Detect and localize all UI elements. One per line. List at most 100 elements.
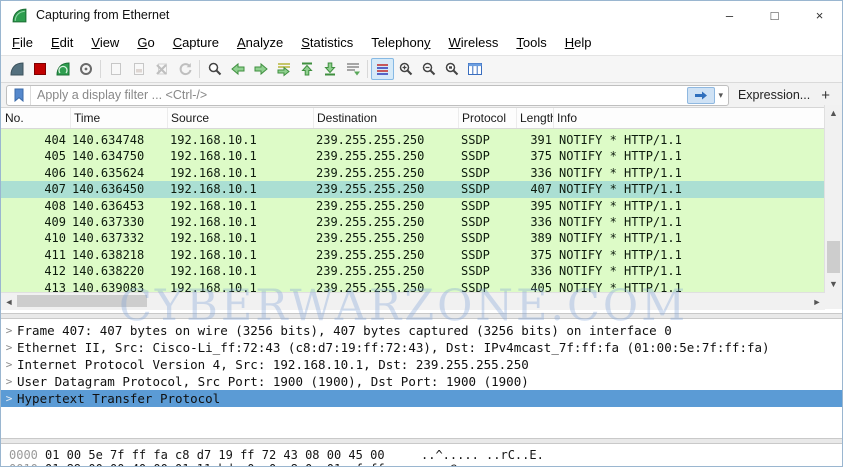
goto-packet-button[interactable] (272, 58, 295, 80)
go-top-button[interactable] (295, 58, 318, 80)
detail-line[interactable]: >Hypertext Transfer Protocol (1, 390, 842, 407)
vertical-scrollbar[interactable]: ▲ ▼ (824, 105, 842, 292)
expression-button[interactable]: Expression... (729, 88, 819, 102)
stop-capture-button[interactable] (28, 58, 51, 80)
cell-source: 192.168.10.1 (168, 148, 314, 164)
expand-chevron-icon[interactable]: > (1, 373, 17, 390)
menu-bar: FileEditViewGoCaptureAnalyzeStatisticsTe… (1, 29, 842, 55)
cell-info: NOTIFY * HTTP/1.1 (554, 198, 825, 214)
auto-scroll-button[interactable] (341, 58, 364, 80)
cell-no: 411 (1, 247, 71, 263)
reload-file-button[interactable] (173, 58, 196, 80)
packet-row[interactable]: 410140.637332192.168.10.1239.255.255.250… (1, 230, 825, 246)
column-header-destination[interactable]: Destination (314, 108, 459, 128)
hex-line[interactable]: 001001 89 00 00 40 00 01 11 bd c0 c0 a8 … (1, 462, 842, 467)
cell-protocol: SSDP (459, 181, 517, 197)
resize-columns-button[interactable] (463, 58, 486, 80)
restart-capture-button[interactable] (51, 58, 74, 80)
cell-info: NOTIFY * HTTP/1.1 (554, 214, 825, 230)
restart-fin-icon (55, 61, 71, 77)
cell-length: 407 (517, 181, 554, 197)
cell-length: 375 (517, 247, 554, 263)
detail-line[interactable]: >Internet Protocol Version 4, Src: 192.1… (1, 356, 842, 373)
packet-row[interactable]: 408140.636453192.168.10.1239.255.255.250… (1, 198, 825, 214)
scroll-down-arrow-icon[interactable]: ▼ (825, 276, 842, 292)
expand-chevron-icon[interactable]: > (1, 339, 17, 356)
scroll-up-arrow-icon[interactable]: ▲ (825, 105, 842, 121)
find-packet-button[interactable] (203, 58, 226, 80)
packet-row[interactable]: 412140.638220192.168.10.1239.255.255.250… (1, 263, 825, 279)
column-header-source[interactable]: Source (168, 108, 314, 128)
menu-file[interactable]: File (3, 35, 42, 50)
packet-row[interactable]: 411140.638218192.168.10.1239.255.255.250… (1, 247, 825, 263)
cell-info: NOTIFY * HTTP/1.1 (554, 247, 825, 263)
detail-line[interactable]: >Frame 407: 407 bytes on wire (3256 bits… (1, 322, 842, 339)
cell-length: 336 (517, 263, 554, 279)
hex-bytes[interactable]: 01 00 5e 7f ff fa c8 d7 19 ff 72 43 08 0… (45, 448, 385, 462)
menu-telephony[interactable]: Telephony (362, 35, 439, 50)
hex-bytes[interactable]: 01 89 00 00 40 00 01 11 bd c0 c0 a8 0a 0… (45, 462, 385, 467)
detail-line[interactable]: >User Datagram Protocol, Src Port: 1900 … (1, 373, 842, 390)
close-button[interactable]: × (797, 1, 842, 29)
filter-dropdown-caret-icon[interactable]: ▾ (717, 90, 728, 101)
expand-chevron-icon[interactable]: > (1, 322, 17, 339)
packet-row[interactable]: 406140.635624192.168.10.1239.255.255.250… (1, 165, 825, 181)
cell-protocol: SSDP (459, 247, 517, 263)
menu-go[interactable]: Go (128, 35, 163, 50)
hex-line[interactable]: 000001 00 5e 7f ff fa c8 d7 19 ff 72 43 … (1, 448, 842, 462)
go-back-button[interactable] (226, 58, 249, 80)
packet-row[interactable]: 405140.634750192.168.10.1239.255.255.250… (1, 148, 825, 164)
menu-analyze[interactable]: Analyze (228, 35, 292, 50)
menu-tools[interactable]: Tools (507, 35, 555, 50)
expand-chevron-icon[interactable]: > (1, 356, 17, 373)
colorize-lines-icon (375, 62, 390, 77)
go-forward-button[interactable] (249, 58, 272, 80)
cell-protocol: SSDP (459, 148, 517, 164)
cell-length: 395 (517, 198, 554, 214)
menu-view[interactable]: View (82, 35, 128, 50)
open-file-button[interactable] (104, 58, 127, 80)
save-file-button[interactable] (127, 58, 150, 80)
column-header-length[interactable]: Length (517, 108, 554, 128)
display-filter-bar: ▾ Expression... + (1, 83, 842, 108)
vertical-scroll-thumb[interactable] (827, 241, 840, 273)
menu-capture[interactable]: Capture (164, 35, 228, 50)
go-bottom-button[interactable] (318, 58, 341, 80)
capture-options-button[interactable] (74, 58, 97, 80)
maximize-button[interactable]: □ (752, 1, 797, 29)
column-header-no[interactable]: No. (1, 108, 71, 128)
apply-filter-button[interactable] (687, 87, 715, 104)
filter-bookmark-button[interactable] (7, 86, 31, 105)
cell-time: 140.638218 (71, 247, 168, 263)
start-capture-button[interactable] (5, 58, 28, 80)
detail-line[interactable]: >Ethernet II, Src: Cisco-Li_ff:72:43 (c8… (1, 339, 842, 356)
hex-ascii[interactable]: ..^..... ..rC..E. (421, 448, 544, 462)
colorize-packets-button[interactable] (371, 58, 394, 80)
scroll-left-arrow-icon[interactable]: ◄ (1, 293, 17, 310)
scroll-right-arrow-icon[interactable]: ► (809, 293, 825, 310)
column-header-info[interactable]: Info (554, 108, 825, 128)
column-header-protocol[interactable]: Protocol (459, 108, 517, 128)
add-filter-button[interactable]: + (819, 87, 837, 104)
horizontal-scrollbar[interactable]: ◄ ► (1, 292, 825, 310)
packet-row[interactable]: 404140.634748192.168.10.1239.255.255.250… (1, 132, 825, 148)
packet-row[interactable]: 407140.636450192.168.10.1239.255.255.250… (1, 181, 825, 197)
menu-help[interactable]: Help (556, 35, 601, 50)
menu-edit[interactable]: Edit (42, 35, 82, 50)
minimize-button[interactable]: – (707, 1, 752, 29)
cell-no: 408 (1, 198, 71, 214)
zoom-reset-button[interactable] (440, 58, 463, 80)
hex-ascii[interactable]: ....@... ........ (421, 462, 544, 467)
horizontal-scroll-thumb[interactable] (17, 295, 147, 307)
zoom-out-button[interactable] (417, 58, 440, 80)
column-header-time[interactable]: Time (71, 108, 168, 128)
menu-statistics[interactable]: Statistics (292, 35, 362, 50)
display-filter-input[interactable] (31, 88, 687, 102)
menu-wireless[interactable]: Wireless (440, 35, 508, 50)
expand-chevron-icon[interactable]: > (1, 390, 17, 407)
zoom-in-button[interactable] (394, 58, 417, 80)
gear-icon (78, 61, 94, 77)
close-file-button[interactable] (150, 58, 173, 80)
window-controls: – □ × (707, 1, 842, 29)
packet-row[interactable]: 409140.637330192.168.10.1239.255.255.250… (1, 214, 825, 230)
